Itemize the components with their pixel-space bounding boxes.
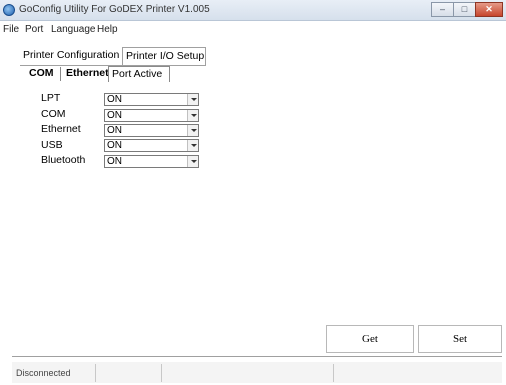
maximize-button[interactable]: □ bbox=[453, 2, 475, 17]
subtab-com[interactable]: COM bbox=[26, 66, 57, 82]
usb-value: ON bbox=[107, 140, 122, 151]
bluetooth-select[interactable]: ON bbox=[104, 155, 199, 168]
maximize-icon: □ bbox=[461, 4, 468, 14]
port-label-ethernet: Ethernet bbox=[41, 123, 81, 135]
tab-printer-configuration[interactable]: Printer Configuration bbox=[20, 47, 122, 65]
chevron-down-icon[interactable] bbox=[187, 140, 198, 151]
chevron-down-icon[interactable] bbox=[187, 110, 198, 121]
connection-status: Disconnected bbox=[16, 368, 71, 378]
status-bar: Disconnected bbox=[12, 362, 502, 383]
close-icon: ✕ bbox=[485, 4, 493, 14]
port-label-lpt: LPT bbox=[41, 92, 61, 104]
window-title: GoConfig Utility For GoDEX Printer V1.00… bbox=[19, 4, 210, 15]
menu-bar: File Port Language Help bbox=[0, 21, 506, 38]
status-cell bbox=[334, 364, 502, 382]
chevron-down-icon[interactable] bbox=[187, 125, 198, 136]
ethernet-select[interactable]: ON bbox=[104, 124, 199, 137]
separator bbox=[12, 356, 502, 359]
port-label-bluetooth: Bluetooth bbox=[41, 154, 86, 166]
subtab-separator bbox=[60, 67, 61, 81]
port-label-com: COM bbox=[41, 108, 66, 120]
subtab-ethernet[interactable]: Ethernet bbox=[63, 66, 112, 82]
menu-file[interactable]: File bbox=[3, 24, 19, 35]
lpt-value: ON bbox=[107, 94, 122, 105]
chevron-down-icon[interactable] bbox=[187, 94, 198, 105]
com-value: ON bbox=[107, 110, 122, 121]
window-controls: – □ ✕ bbox=[431, 2, 503, 17]
status-cell-connection: Disconnected bbox=[12, 364, 96, 382]
close-button[interactable]: ✕ bbox=[475, 2, 503, 17]
menu-port[interactable]: Port bbox=[25, 24, 43, 35]
lpt-select[interactable]: ON bbox=[104, 93, 199, 106]
port-label-usb: USB bbox=[41, 139, 63, 151]
tab-printer-io-setup[interactable]: Printer I/O Setup bbox=[122, 47, 206, 65]
title-bar: GoConfig Utility For GoDEX Printer V1.00… bbox=[0, 0, 506, 21]
get-button[interactable]: Get bbox=[326, 325, 414, 353]
status-cell bbox=[162, 364, 334, 382]
subtab-port-active[interactable]: Port Active bbox=[108, 66, 170, 82]
status-cell bbox=[96, 364, 162, 382]
usb-select[interactable]: ON bbox=[104, 139, 199, 152]
com-select[interactable]: ON bbox=[104, 109, 199, 122]
set-button[interactable]: Set bbox=[418, 325, 502, 353]
app-icon bbox=[3, 4, 15, 16]
minimize-button[interactable]: – bbox=[431, 2, 453, 17]
minimize-icon: – bbox=[439, 4, 445, 14]
menu-language[interactable]: Language bbox=[51, 24, 96, 35]
menu-help[interactable]: Help bbox=[97, 24, 118, 35]
ethernet-value: ON bbox=[107, 125, 122, 136]
chevron-down-icon[interactable] bbox=[187, 156, 198, 167]
port-active-panel bbox=[24, 83, 502, 355]
bluetooth-value: ON bbox=[107, 156, 122, 167]
